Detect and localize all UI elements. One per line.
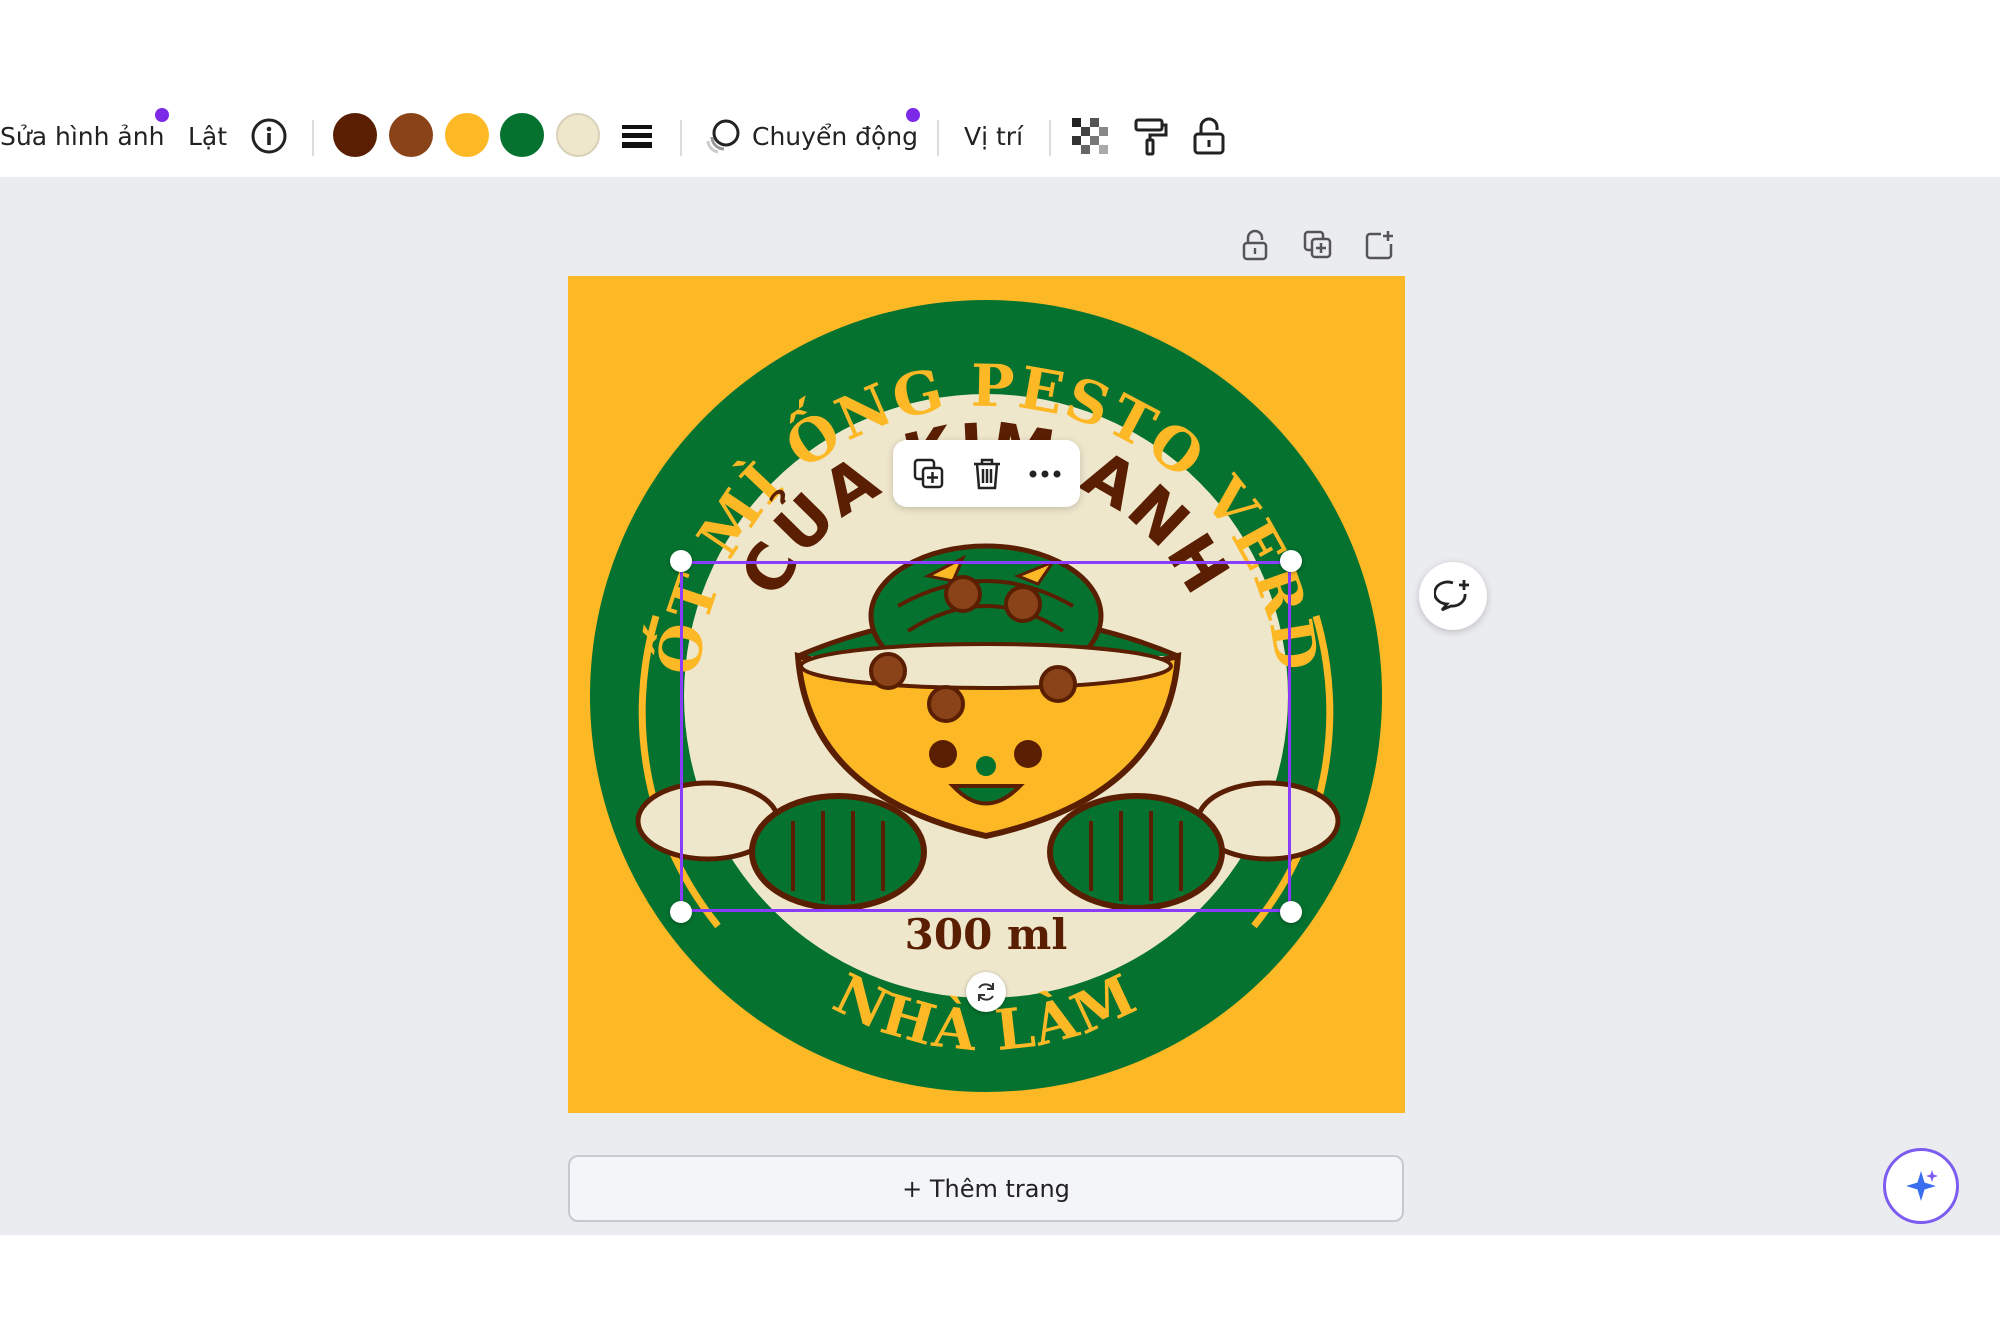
add-page-icon — [1365, 231, 1393, 260]
lock-button[interactable] — [1192, 100, 1226, 172]
more-icon — [1029, 470, 1061, 478]
lock-page-button[interactable] — [1232, 222, 1278, 268]
color-swatch-4[interactable] — [500, 113, 544, 157]
lines-icon — [622, 125, 652, 148]
toolbar-divider — [937, 120, 939, 156]
rotate-handle[interactable] — [966, 972, 1006, 1012]
flip-button[interactable]: Lật — [188, 100, 227, 172]
transparency-button[interactable] — [1072, 100, 1108, 172]
position-label: Vị trí — [964, 121, 1024, 151]
edit-image-label: Sửa hình ảnh — [0, 121, 165, 151]
magic-assistant-button[interactable] — [1883, 1148, 1959, 1224]
toolbar-divider — [312, 120, 314, 156]
info-button[interactable] — [250, 100, 288, 172]
animate-icon — [706, 119, 740, 154]
more-colors-button[interactable] — [620, 100, 654, 172]
delete-element-button[interactable] — [963, 450, 1011, 498]
trash-icon — [974, 458, 1000, 490]
transparency-icon — [1072, 118, 1108, 154]
element-toolbar: Sửa hình ảnh Lật Chuyển động Vị trí — [0, 100, 2000, 172]
color-swatch-2[interactable] — [389, 113, 433, 157]
comment-add-icon — [1434, 580, 1469, 612]
edit-image-button[interactable]: Sửa hình ảnh — [0, 100, 164, 172]
duplicate-icon — [1303, 230, 1332, 259]
sparkle-icon — [1906, 1170, 1938, 1201]
element-context-bar — [893, 440, 1080, 507]
lock-icon — [1193, 117, 1225, 155]
resize-handle-top-right[interactable] — [1280, 550, 1302, 572]
new-feature-dot — [155, 108, 169, 122]
resize-handle-top-left[interactable] — [670, 550, 692, 572]
duplicate-element-button[interactable] — [905, 450, 953, 498]
add-page-button-top[interactable] — [1357, 222, 1403, 268]
volume-text: 300 ml — [905, 910, 1068, 959]
animate-button[interactable]: Chuyển động — [704, 100, 918, 172]
add-comment-button[interactable] — [1419, 562, 1487, 630]
info-icon — [251, 118, 287, 154]
rotate-icon — [978, 983, 994, 1001]
color-swatch-3[interactable] — [445, 113, 489, 157]
duplicate-page-button[interactable] — [1295, 222, 1341, 268]
selection-box[interactable] — [680, 561, 1291, 912]
toolbar-divider — [680, 120, 682, 156]
duplicate-icon — [913, 458, 944, 489]
new-feature-dot — [906, 108, 920, 122]
position-button[interactable]: Vị trí — [964, 100, 1023, 172]
animate-label: Chuyển động — [752, 121, 918, 151]
lock-icon — [1242, 229, 1268, 261]
copy-style-button[interactable] — [1133, 100, 1169, 172]
toolbar-divider — [1049, 120, 1051, 156]
paint-roller-icon — [1134, 118, 1168, 156]
color-swatch-5[interactable] — [556, 113, 600, 157]
color-swatch-1[interactable] — [333, 113, 377, 157]
more-options-button[interactable] — [1021, 450, 1069, 498]
resize-handle-bottom-left[interactable] — [670, 901, 692, 923]
add-page-button[interactable]: + Thêm trang — [568, 1155, 1404, 1222]
flip-label: Lật — [188, 121, 228, 151]
resize-handle-bottom-right[interactable] — [1280, 901, 1302, 923]
